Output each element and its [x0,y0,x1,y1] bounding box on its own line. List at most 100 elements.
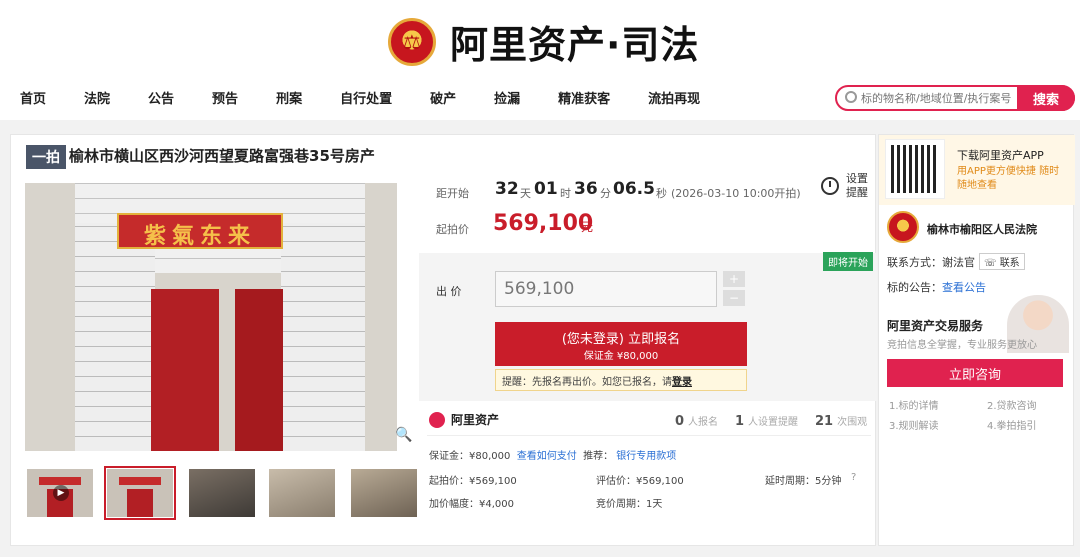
how-to-pay-link[interactable]: 查看如何支付 [517,451,577,462]
photo-banner-text: 紫氣东来 [143,224,256,249]
link-guide[interactable]: 4.拳拍指引 [987,417,1037,432]
play-icon: ▶ [53,485,69,501]
alarm-clock-icon[interactable] [821,177,839,195]
countdown-hours-unit: 时 [560,187,571,200]
start-price-label: 起拍价 [436,223,469,236]
bank-funds-link[interactable]: 银行专用款项 [616,451,676,462]
register-button[interactable]: (您未登录) 立即报名 保证金 ¥80,000 [495,322,747,366]
contact-row: 联系方式：谢法官 ☏ 联系 [887,253,1025,270]
contact-label: 联系方式：谢法官 [887,256,975,269]
status-badge: 即将开始 [823,252,873,271]
nav-bankruptcy[interactable]: 破产 [430,88,456,107]
app-download-box[interactable]: 下载阿里资产APP 用APP更方便快捷 随时随地查看 [879,135,1075,205]
link-rules[interactable]: 3.规则解读 [889,417,939,432]
main-photo[interactable]: 紫氣东来 [25,183,397,451]
bid-label: 出 价 [436,285,462,298]
countdown-label: 距开始 [436,187,469,200]
app-subtitle: 用APP更方便快捷 随时随地查看 [957,166,1060,191]
detail-appraisal: 评估价：¥569,100 [596,476,684,487]
thumbnail-2[interactable] [104,466,176,520]
platform-badge: 阿里资产 [429,411,499,428]
nav-courts[interactable]: 法院 [84,88,110,107]
thumbnail-3[interactable] [189,469,255,517]
recommend-label: 推荐： [583,451,614,462]
stat-views: 21 次围观 [815,413,867,429]
nav-preview[interactable]: 预告 [212,88,238,107]
increase-bid-button[interactable]: + [723,271,745,287]
stat-registered-num: 0 [675,414,685,429]
thumb-banner [39,477,81,485]
detail-start-price: 起拍价：¥569,100 [429,476,517,487]
stat-registered: 0 人报名 [675,413,718,429]
search-icon [845,91,857,103]
nav-criminal[interactable]: 刑案 [276,88,302,107]
stat-reminders-label: 人设置提醒 [748,417,799,428]
photo-wall-right [281,223,365,451]
search-input[interactable] [861,90,1021,106]
auction-round-tag: 一拍 [26,145,66,169]
stat-reminders: 1 人设置提醒 [735,413,798,429]
consult-button[interactable]: 立即咨询 [887,359,1063,387]
register-line2: 保证金 ¥80,000 [583,351,659,362]
countdown-seconds: 06.5 [613,179,655,199]
photo-door-right [235,289,283,451]
decrease-bid-button[interactable]: − [723,290,745,306]
set-reminder-link[interactable]: 设置提醒 [846,172,870,200]
court-emblem-icon [887,211,919,243]
countdown-days-unit: 天 [520,187,531,200]
thumbnail-5[interactable] [351,469,417,517]
contact-button-label: 联系 [999,258,1020,269]
court-name[interactable]: 榆林市榆阳区人民法院 [927,221,1037,237]
thumb-door [127,489,153,517]
countdown-minutes-unit: 分 [600,187,611,200]
listing-title: 榆林市横山区西沙河西望夏路富强巷35号房产 [69,147,375,165]
search-button[interactable]: 搜索 [1017,85,1075,111]
court-emblem-icon [388,17,436,66]
service-title: 阿里资产交易服务 [887,319,984,333]
zoom-icon[interactable]: 🔍 [395,427,412,443]
ali-assets-logo-icon [429,411,445,428]
top-header: 阿里资产·司法 首页 法院 公告 预告 刑案 自行处置 破产 捡漏 精准获客 流… [0,0,1080,120]
start-price-value: 569,100 [493,211,594,236]
stat-registered-label: 人报名 [688,417,719,428]
listing-panel: 一拍 榆林市横山区西沙河西望夏路富强巷35号房产 紫氣东来 🔍 ▶ 距开始 32… [10,134,877,546]
sidebar: 下载阿里资产APP 用APP更方便快捷 随时随地查看 榆林市榆阳区人民法院 联系… [878,134,1075,546]
notice-row: 标的公告：查看公告 [887,279,986,295]
logo-text: 阿里资产·司法 [450,23,700,67]
notice-label: 标的公告： [887,281,942,294]
link-item-details[interactable]: 1.标的详情 [889,397,939,412]
nav-precise-leads[interactable]: 精准获客 [558,88,610,107]
start-price-unit: 元 [581,220,594,234]
stat-views-label: 次围观 [837,417,868,428]
view-notice-link[interactable]: 查看公告 [942,281,986,294]
nav-home[interactable]: 首页 [20,88,46,107]
thumb-banner [119,477,161,485]
bid-amount-input[interactable] [495,271,717,307]
register-tip: 提醒：先报名再出价。如您已报名，请登录 [495,369,747,391]
help-icon[interactable]: ? [851,472,856,483]
stat-reminders-num: 1 [735,414,745,429]
divider [427,435,871,436]
main-nav: 首页 法院 公告 预告 刑案 自行处置 破产 捡漏 精准获客 流拍再现 [20,88,700,107]
nav-announcements[interactable]: 公告 [148,88,174,107]
detail-increment: 加价幅度：¥4,000 [429,499,514,510]
detail-cycle: 竞价周期：1天 [596,499,663,510]
thumbnail-4[interactable] [269,469,335,517]
nav-relisted[interactable]: 流拍再现 [648,88,700,107]
platform-name: 阿里资产 [451,413,500,427]
qr-code-icon [889,143,941,195]
site-logo[interactable]: 阿里资产·司法 [388,14,699,69]
start-time-note: (2026-03-10 10:00开拍) [671,187,801,200]
deposit-text: 保证金：¥80,000 [429,451,511,462]
link-loan-consult[interactable]: 2.贷款咨询 [987,397,1037,412]
nav-self-disposal[interactable]: 自行处置 [340,88,392,107]
nav-bargains[interactable]: 捡漏 [494,88,520,107]
countdown-days: 32 [495,179,519,199]
register-line1: (您未登录) 立即报名 [561,332,681,347]
contact-button[interactable]: ☏ 联系 [979,253,1025,270]
countdown-minutes: 36 [574,179,598,199]
thumbnail-1[interactable]: ▶ [27,469,93,517]
stat-views-num: 21 [815,414,834,429]
photo-wall-left [75,223,155,451]
login-link[interactable]: 登录 [672,377,692,388]
